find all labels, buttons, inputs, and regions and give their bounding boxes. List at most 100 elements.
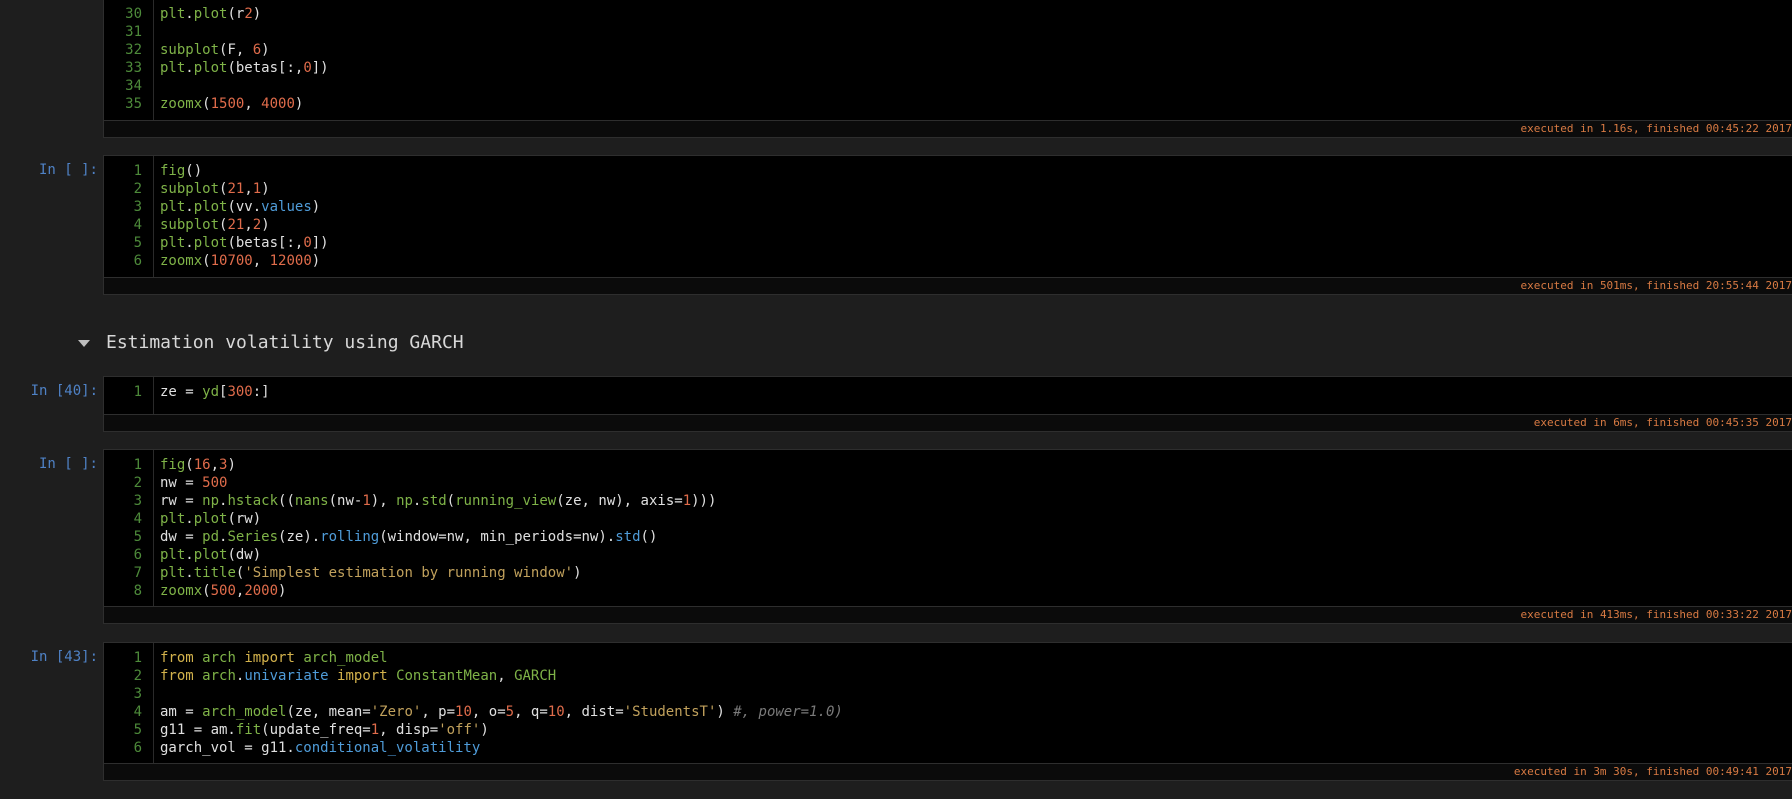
code-line[interactable]: 4 subplot(21,2) <box>104 216 1792 234</box>
code-token: std <box>615 529 641 545</box>
code-token: (rw) <box>227 511 262 527</box>
code-line[interactable]: 6 zoomx(10700, 12000) <box>104 252 1792 270</box>
code-text[interactable]: zoomx(10700, 12000) <box>160 252 320 270</box>
code-text[interactable]: dw = pd.Series(ze).rolling(window=nw, mi… <box>160 528 657 546</box>
code-line[interactable]: 2 from arch.univariate import ConstantMea… <box>104 667 1792 685</box>
code-token: plt <box>160 60 186 76</box>
code-token: conditional_volatility <box>294 740 481 756</box>
code-text[interactable]: ze = yd[300:] <box>160 383 270 401</box>
code-line[interactable]: 31 <box>104 23 1792 41</box>
code-text[interactable]: from arch import arch_model <box>160 649 388 667</box>
code-line[interactable]: 1 from arch import arch_model <box>104 649 1792 667</box>
code-text[interactable]: plt.plot(r2) <box>160 5 261 23</box>
code-text[interactable]: plt.plot(dw) <box>160 546 261 564</box>
section-heading[interactable]: Estimation volatility using GARCH <box>78 330 464 356</box>
code-text[interactable]: plt.plot(betas[:,0]) <box>160 59 329 77</box>
code-line[interactable]: 5 plt.plot(betas[:,0]) <box>104 234 1792 252</box>
code-token: 12000 <box>269 253 312 269</box>
line-number: 3 <box>133 493 142 509</box>
execution-status-text: executed in 1.16s, finished 00:45:22 201… <box>1520 122 1792 135</box>
code-text[interactable]: g11 = am.fit(update_freq=1, disp='off') <box>160 721 489 739</box>
code-token: (r <box>227 6 245 22</box>
code-text[interactable]: rw = np.hstack((nans(nw-1), np.std(runni… <box>160 492 716 510</box>
code-text[interactable]: subplot(F, 6) <box>160 41 270 59</box>
code-line[interactable]: 33 plt.plot(betas[:,0]) <box>104 59 1792 77</box>
code-token: . <box>185 6 194 22</box>
code-line[interactable]: 5 g11 = am.fit(update_freq=1, disp='off') <box>104 721 1792 739</box>
code-line[interactable]: 6 plt.plot(dw) <box>104 546 1792 564</box>
code-text[interactable]: from arch.univariate import ConstantMean… <box>160 667 556 685</box>
code-token: 10 <box>547 704 565 720</box>
code-line[interactable]: 1 fig(16,3) <box>104 456 1792 474</box>
code-text[interactable]: zoomx(1500, 4000) <box>160 95 303 113</box>
code-text[interactable]: am = arch_model(ze, mean='Zero', p=10, o… <box>160 703 843 721</box>
code-text[interactable]: subplot(21,2) <box>160 216 270 234</box>
code-token: 300 <box>227 384 253 400</box>
code-line[interactable]: 2 nw = 500 <box>104 474 1792 492</box>
code-line[interactable]: 3 plt.plot(vv.values) <box>104 198 1792 216</box>
line-number: 3 <box>133 686 142 702</box>
code-text[interactable]: zoomx(500,2000) <box>160 582 286 600</box>
code-line[interactable]: 6 garch_vol = g11.conditional_volatility <box>104 739 1792 757</box>
code-line[interactable]: 3 <box>104 685 1792 703</box>
code-text[interactable]: fig() <box>160 162 202 180</box>
code-token: rolling <box>320 529 380 545</box>
code-token: 500 <box>210 583 236 599</box>
code-line[interactable]: 8 zoomx(500,2000) <box>104 582 1792 600</box>
caret-down-icon[interactable] <box>78 339 90 347</box>
code-token: np <box>202 493 220 509</box>
code-line[interactable]: 7 plt.title('Simplest estimation by runni… <box>104 564 1792 582</box>
cell-input[interactable]: 30 plt.plot(r2) 31 32 subplot(F, 6) 33 plt.plo… <box>103 0 1792 121</box>
code-token: , <box>497 668 515 684</box>
code-token: arch <box>202 668 236 684</box>
code-token: (vv. <box>227 199 262 215</box>
code-token: plot <box>193 511 228 527</box>
code-token: () <box>640 529 658 545</box>
code-line[interactable]: 1 ze = yd[300:] <box>104 383 1792 401</box>
code-line[interactable]: 5 dw = pd.Series(ze).rolling(window=nw, m… <box>104 528 1792 546</box>
code-token: ) <box>227 457 236 473</box>
code-line[interactable]: 2 subplot(21,1) <box>104 180 1792 198</box>
code-text[interactable]: plt.title('Simplest estimation by runnin… <box>160 564 582 582</box>
cell-input[interactable]: 1 from arch import arch_model 2 from arch.u… <box>103 642 1792 764</box>
code-token: am = <box>160 704 203 720</box>
code-text[interactable]: garch_vol = g11.conditional_volatility <box>160 739 480 757</box>
code-line[interactable]: 32 subplot(F, 6) <box>104 41 1792 59</box>
code-token: 0 <box>303 235 312 251</box>
line-number: 2 <box>133 475 142 491</box>
code-line[interactable]: 4 am = arch_model(ze, mean='Zero', p=10, … <box>104 703 1792 721</box>
line-number: 5 <box>133 235 142 251</box>
code-text[interactable]: plt.plot(vv.values) <box>160 198 320 216</box>
code-token: 'Zero' <box>370 704 422 720</box>
cell-input[interactable]: 1 fig() 2 subplot(21,1) 3 plt.plot(vv.values)… <box>103 155 1792 278</box>
code-token: 'StudentsT' <box>623 704 717 720</box>
code-token: univariate <box>244 668 329 684</box>
code-token: from <box>160 650 194 666</box>
code-text[interactable]: fig(16,3) <box>160 456 236 474</box>
cell-input[interactable]: 1 ze = yd[300:] <box>103 376 1792 415</box>
code-token: plt <box>160 6 186 22</box>
code-token: , <box>244 96 262 112</box>
code-token: ) <box>261 181 270 197</box>
code-text[interactable]: plt.plot(betas[:,0]) <box>160 234 329 252</box>
code-line[interactable]: 35 zoomx(1500, 4000) <box>104 95 1792 113</box>
code-token: rw = <box>160 493 203 509</box>
code-line[interactable]: 30 plt.plot(r2) <box>104 5 1792 23</box>
code-token: ) <box>261 217 270 233</box>
code-line[interactable]: 4 plt.plot(rw) <box>104 510 1792 528</box>
cell-input[interactable]: 1 fig(16,3) 2 nw = 500 3 rw = np.hstack((nans… <box>103 449 1792 607</box>
code-text[interactable]: subplot(21,1) <box>160 180 270 198</box>
code-line[interactable]: 1 fig() <box>104 162 1792 180</box>
line-number: 7 <box>133 565 142 581</box>
code-token: plt <box>160 565 186 581</box>
code-line[interactable]: 3 rw = np.hstack((nans(nw-1), np.std(runn… <box>104 492 1792 510</box>
code-token: Series <box>227 529 279 545</box>
code-line[interactable]: 34 <box>104 77 1792 95</box>
code-text[interactable]: nw = 500 <box>160 474 227 492</box>
code-token: , <box>244 217 253 233</box>
code-text[interactable]: plt.plot(rw) <box>160 510 261 528</box>
line-number: 30 <box>125 6 142 22</box>
line-number: 4 <box>133 511 142 527</box>
